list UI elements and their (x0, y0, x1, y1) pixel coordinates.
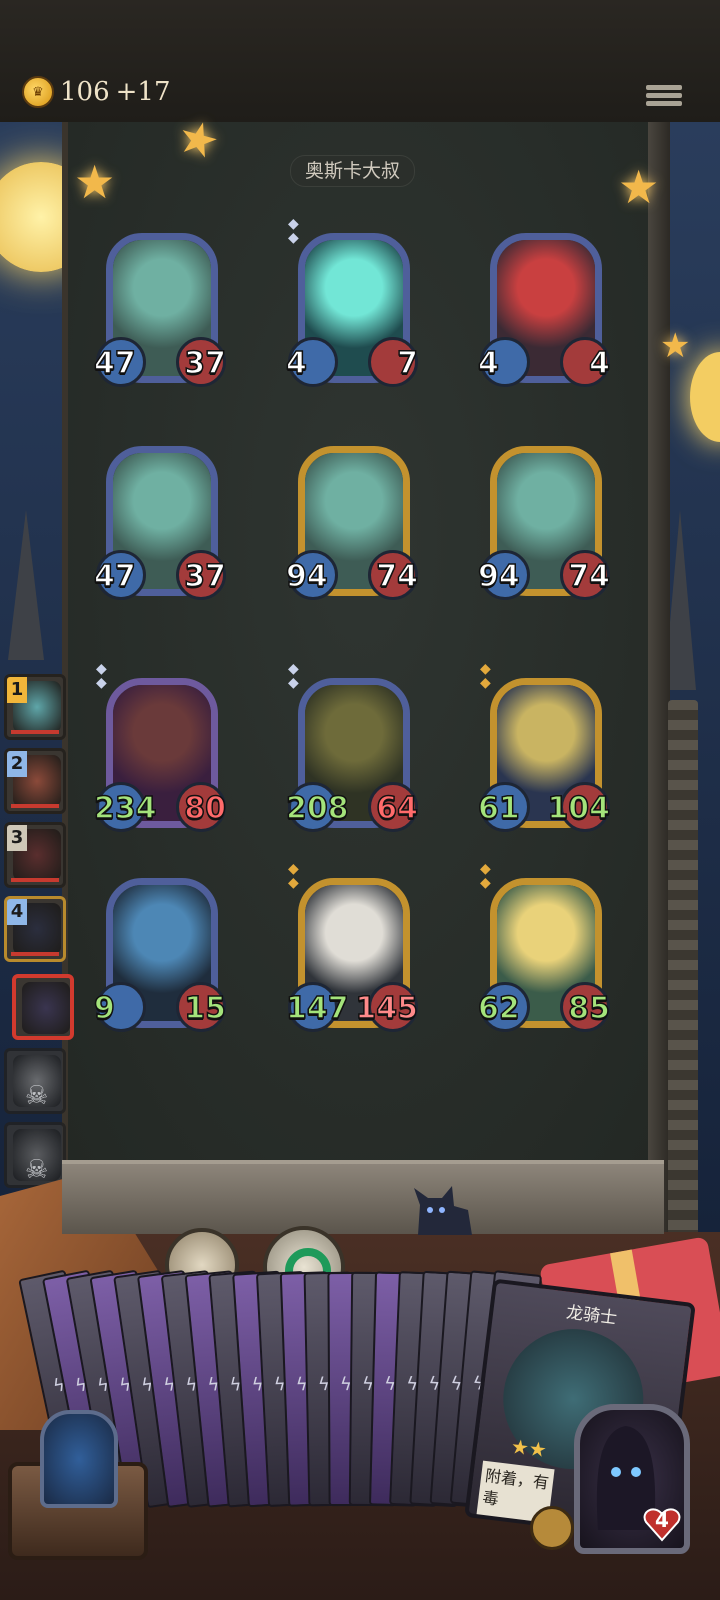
tier-gem-icon: ◆ ◆ (480, 861, 491, 891)
minion-attack: 61 (477, 790, 520, 827)
player-leaderboard: 1234☠☠☠ (0, 670, 74, 1262)
minion-health: 145 (355, 990, 419, 1027)
leaderboard-player[interactable]: ☠ (4, 1048, 66, 1114)
player-health-bar (11, 952, 59, 956)
minion-card[interactable]: ◆ ◆ 61 104 (477, 662, 611, 832)
star-decoration: ★ (660, 326, 691, 366)
leaderboard-player[interactable]: 1 (4, 674, 66, 740)
ally-portrait[interactable] (40, 1410, 118, 1508)
minion-card[interactable]: 44 (477, 233, 611, 387)
minion-attack: 234 (93, 790, 157, 827)
gold-income: +17 (115, 77, 171, 107)
minion-health: 37 (184, 558, 227, 595)
minion-card[interactable]: ◆ ◆ 234 80 (93, 662, 227, 832)
minion-health: 64 (376, 790, 419, 827)
leaderboard-player[interactable]: 3 (4, 822, 66, 888)
minion-attack: 208 (285, 790, 349, 827)
player-rank: 1 (7, 677, 27, 703)
minion-attack: 4 (285, 345, 307, 382)
player-rank: 2 (7, 751, 27, 777)
minion-attack: 94 (477, 558, 520, 595)
opponent-name: 奥斯卡大叔 (290, 155, 416, 187)
tier-gem-icon: ◆ ◆ (288, 661, 299, 691)
heart-icon (643, 1508, 681, 1542)
minion-card[interactable]: 94 74 (285, 446, 419, 600)
menu-button[interactable] (646, 82, 682, 114)
player-health-bar (11, 730, 59, 734)
minion-card[interactable]: ◆ ◆ 62 85 (477, 862, 611, 1032)
minion-health: 7 (396, 345, 418, 382)
star-decoration: ★ (618, 160, 660, 214)
tier-gem-icon: ◆ ◆ (96, 661, 107, 691)
minion-attack: 94 (285, 558, 328, 595)
minion-health: 4 (588, 345, 610, 382)
minion-attack: 4 (477, 345, 499, 382)
gold-amount: 106 (60, 77, 110, 107)
board-shelf (62, 1160, 664, 1234)
minion-health: 74 (568, 558, 611, 595)
menu-icon (646, 85, 682, 90)
leaderboard-player[interactable]: 4 (4, 896, 66, 962)
coin-icon: ♛ (22, 76, 54, 108)
tier-gem-icon: ◆ ◆ (288, 861, 299, 891)
leaderboard-player[interactable] (12, 974, 74, 1040)
minion-attack: 47 (93, 558, 136, 595)
minion-attack: 62 (477, 990, 520, 1027)
minion-health: 74 (376, 558, 419, 595)
minion-health: 80 (184, 790, 227, 827)
player-health-bar (11, 878, 59, 882)
cat-icon (414, 1186, 472, 1235)
leaderboard-player[interactable]: ☠ (4, 1122, 66, 1188)
card-stars: ★★ (509, 1433, 549, 1463)
player-rank: 4 (7, 899, 27, 925)
minion-attack: 147 (285, 990, 349, 1027)
minion-health: 37 (184, 345, 227, 382)
skull-icon: ☠ (25, 1081, 49, 1111)
gold-counter: ♛ 106 +17 (22, 76, 171, 108)
tier-gem-icon: ◆ ◆ (288, 216, 299, 246)
minion-card[interactable]: 47 37 (93, 233, 227, 387)
star-decoration: ★ (74, 155, 116, 209)
minion-card[interactable]: ◆ ◆ 147 145 (285, 862, 419, 1032)
skull-icon: ☠ (25, 1155, 49, 1185)
player-avatar (22, 982, 70, 1034)
tier-gem-icon: ◆ ◆ (480, 661, 491, 691)
minion-attack: 47 (93, 345, 136, 382)
minion-attack: 9 (93, 990, 115, 1027)
minion-health: 85 (568, 990, 611, 1027)
player-health-bar (11, 804, 59, 808)
leaderboard-player[interactable]: 2 (4, 748, 66, 814)
board-frame (648, 122, 670, 1232)
minion-card[interactable]: 9 15 (93, 878, 227, 1032)
minion-card[interactable]: 47 37 (93, 446, 227, 600)
spire-left (8, 510, 44, 660)
minion-card[interactable]: ◆ ◆ 208 64 (285, 662, 419, 832)
minion-card[interactable]: 94 74 (477, 446, 611, 600)
trophy-icon[interactable] (530, 1506, 574, 1550)
pillar-decoration (668, 700, 698, 1260)
minion-card[interactable]: ◆ ◆ 4 7 (285, 217, 419, 387)
minion-health: 104 (547, 790, 611, 827)
minion-health: 15 (184, 990, 227, 1027)
player-rank: 3 (7, 825, 27, 851)
